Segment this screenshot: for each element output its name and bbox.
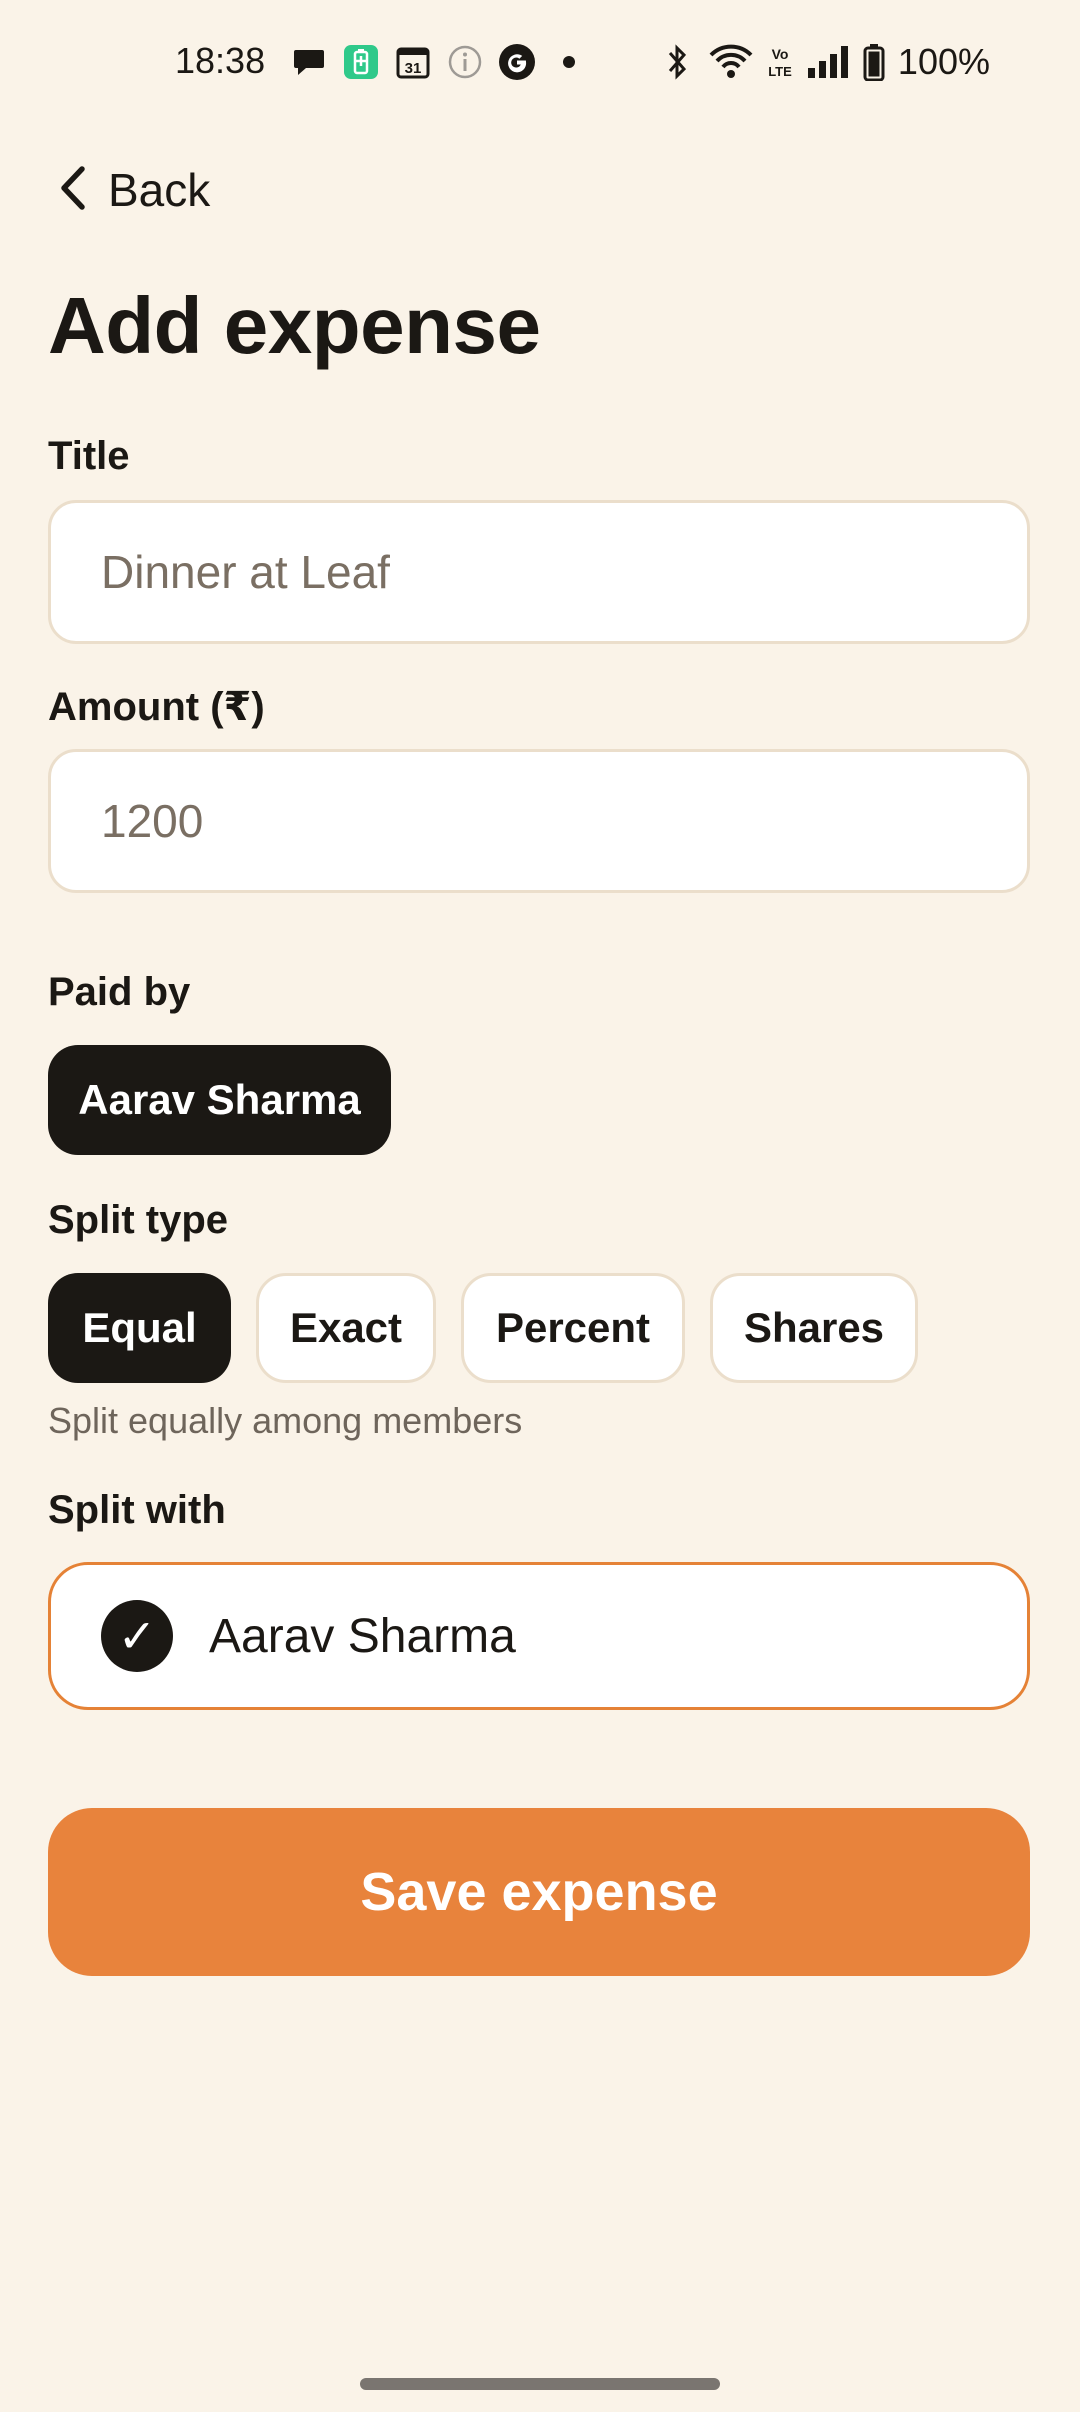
home-indicator[interactable] [360, 2378, 720, 2390]
notification-icons: 31 [290, 40, 588, 84]
status-bar: 18:38 31 Vo LTE 100% [0, 0, 1080, 124]
volte-icon: Vo LTE [766, 43, 794, 81]
split-with-member-row[interactable]: ✓ Aarav Sharma [48, 1562, 1030, 1710]
calendar-icon: 31 [394, 43, 432, 81]
signal-icon [806, 43, 850, 81]
dot-icon [550, 43, 588, 81]
svg-text:Vo: Vo [771, 46, 788, 62]
checkmark-icon: ✓ [101, 1600, 173, 1672]
split-type-exact[interactable]: Exact [256, 1273, 436, 1383]
amount-input[interactable] [48, 749, 1030, 893]
split-type-shares[interactable]: Shares [710, 1273, 918, 1383]
split-with-label: Split with [48, 1488, 226, 1532]
battery-icon [862, 43, 886, 81]
google-icon [498, 43, 536, 81]
chat-bubble-icon [290, 43, 328, 81]
status-time: 18:38 [175, 40, 266, 81]
chevron-left-icon [58, 165, 88, 216]
split-hint: Split equally among members [48, 1400, 523, 1441]
back-label: Back [108, 164, 211, 216]
member-name: Aarav Sharma [209, 1609, 516, 1663]
split-type-equal[interactable]: Equal [48, 1273, 231, 1383]
title-input[interactable] [48, 500, 1030, 644]
title-label: Title [48, 434, 130, 478]
save-expense-button[interactable]: Save expense [48, 1808, 1030, 1976]
svg-text:31: 31 [405, 60, 422, 77]
split-type-percent[interactable]: Percent [461, 1273, 685, 1383]
split-type-label: Split type [48, 1198, 229, 1242]
system-icons: Vo LTE 100% [658, 40, 990, 84]
bluetooth-icon [658, 43, 696, 81]
back-button[interactable]: Back [58, 160, 210, 220]
battery-percent: 100% [897, 41, 990, 82]
page-title: Add expense [48, 281, 541, 370]
battery-saver-icon [342, 43, 380, 81]
svg-text:LTE: LTE [768, 64, 792, 79]
info-icon [446, 43, 484, 81]
paid-by-chip-aarav-sharma[interactable]: Aarav Sharma [48, 1045, 391, 1155]
wifi-icon [708, 43, 754, 81]
paid-by-label: Paid by [48, 970, 191, 1014]
amount-label: Amount (₹) [48, 685, 265, 729]
